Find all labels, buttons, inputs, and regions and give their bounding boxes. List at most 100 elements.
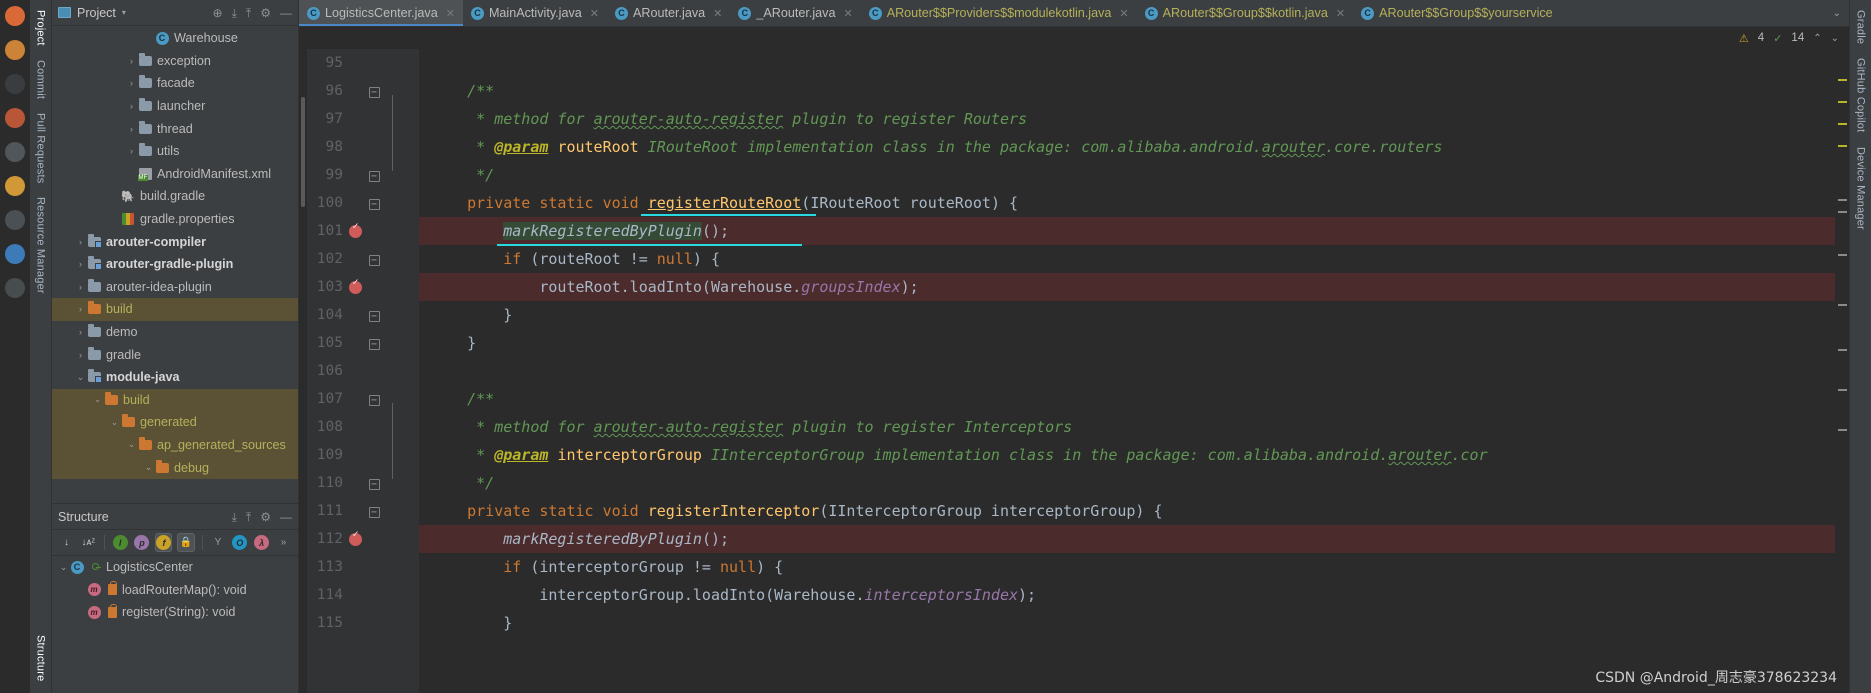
editor-gutter[interactable]: 95 96 − 97 98 99 − 100 − 101 102 − 103 104 − 105 − 106 107…: [307, 49, 419, 693]
editor-tab-arouter-group-yourservice[interactable]: C ARouter$$Group$$yourservice: [1353, 0, 1561, 26]
editor-tab-arouter-group-kotlin-java[interactable]: C ARouter$$Group$$kotlin.java ✕: [1137, 0, 1353, 26]
tree-row[interactable]: › exception: [52, 50, 298, 73]
marker-tick[interactable]: [1838, 123, 1847, 125]
tool-tab-commit[interactable]: Commit: [32, 54, 50, 105]
code-line[interactable]: }: [419, 301, 1835, 329]
settings-gear-icon[interactable]: ⚙: [260, 511, 271, 523]
expand-all-icon[interactable]: ⤓: [232, 511, 237, 523]
fold-minus-glyph[interactable]: −: [368, 86, 380, 98]
breakpoint-dot[interactable]: [348, 221, 362, 238]
close-icon[interactable]: ✕: [1119, 7, 1128, 20]
fold-minus-glyph[interactable]: −: [368, 338, 380, 350]
fold-toggle-icon[interactable]: −: [367, 477, 381, 490]
marker-tick[interactable]: [1838, 199, 1847, 201]
close-icon[interactable]: ✕: [713, 7, 722, 20]
tree-row[interactable]: › gradle: [52, 343, 298, 366]
chevron-down-icon[interactable]: ⌄: [143, 462, 154, 473]
fold-toggle-icon[interactable]: −: [367, 393, 381, 406]
chevron-right-icon[interactable]: ›: [126, 101, 137, 111]
editor-marker-strip[interactable]: [1835, 49, 1849, 693]
code-line[interactable]: interceptorGroup.loadInto(Warehouse. inte…: [419, 581, 1835, 609]
tree-row[interactable]: › thread: [52, 117, 298, 140]
fold-minus-glyph[interactable]: −: [368, 478, 380, 490]
chevron-down-icon[interactable]: ⌄: [75, 372, 86, 383]
show-lambdas-button[interactable]: λ: [253, 533, 270, 552]
code-line[interactable]: */: [419, 161, 1835, 189]
tree-row[interactable]: › build: [52, 298, 298, 321]
code-content[interactable]: /** * method for arouter-auto-register p…: [419, 49, 1835, 693]
launcher-icon-idea[interactable]: [5, 108, 25, 128]
locate-file-icon[interactable]: ⊕: [213, 7, 223, 19]
tool-tab-structure[interactable]: Structure: [32, 629, 50, 687]
breakpoint-dot[interactable]: [348, 529, 362, 546]
fold-toggle-icon[interactable]: −: [367, 309, 381, 322]
code-line[interactable]: if (interceptorGroup != null) {: [419, 553, 1835, 581]
fold-minus-glyph[interactable]: −: [368, 394, 380, 406]
chevron-right-icon[interactable]: ›: [126, 124, 137, 134]
show-inherited-button[interactable]: I: [112, 533, 129, 552]
tree-row[interactable]: › launcher: [52, 95, 298, 118]
marker-tick[interactable]: [1838, 79, 1847, 81]
code-line[interactable]: * method for arouter-auto-register plugi…: [419, 105, 1835, 133]
tree-row[interactable]: ⌄ debug: [52, 456, 298, 479]
chevron-right-icon[interactable]: ›: [75, 350, 86, 360]
launcher-icon-help[interactable]: [5, 278, 25, 298]
fold-toggle-icon[interactable]: −: [367, 253, 381, 266]
show-fields-button[interactable]: f: [155, 533, 173, 552]
code-line[interactable]: if (routeRoot != null) {: [419, 245, 1835, 273]
code-editor[interactable]: 95 96 − 97 98 99 − 100 − 101 102 − 103 104 − 105 − 106 107…: [299, 49, 1849, 693]
launcher-icon-music[interactable]: [5, 176, 25, 196]
marker-tick[interactable]: [1838, 145, 1847, 147]
tool-tab-gradle[interactable]: Gradle: [1852, 4, 1870, 50]
chevron-right-icon[interactable]: ›: [126, 78, 137, 88]
structure-item[interactable]: ⌄mloadRouterMap(): void: [52, 579, 298, 602]
chevron-down-icon[interactable]: ⌄: [58, 562, 69, 573]
code-line[interactable]: private static void registerInterceptor(…: [419, 497, 1835, 525]
close-icon[interactable]: ✕: [446, 7, 455, 20]
tree-row[interactable]: ›CWarehouse: [52, 27, 298, 50]
tree-row[interactable]: › facade: [52, 72, 298, 95]
structure-item[interactable]: ⌄mregister(String): void: [52, 601, 298, 624]
collapse-all-icon[interactable]: ⤒: [246, 7, 251, 19]
marker-tick[interactable]: [1838, 254, 1847, 256]
breakpoint-icon[interactable]: [347, 529, 363, 546]
tab-list-chevron[interactable]: ⌄: [1833, 8, 1841, 19]
chevron-down-icon[interactable]: ▾: [122, 8, 126, 17]
tree-row[interactable]: ⌄ ap_generated_sources: [52, 433, 298, 457]
tree-row[interactable]: ⌄ generated: [52, 411, 298, 434]
structure-item[interactable]: ⌄ C LogisticsCenter: [52, 556, 298, 579]
launcher-icon-store[interactable]: [5, 244, 25, 264]
tree-row[interactable]: ⌄ build: [52, 388, 298, 412]
editor-tab-logisticscenter-java[interactable]: C LogisticsCenter.java ✕: [299, 0, 463, 26]
code-line[interactable]: [419, 357, 1835, 385]
tree-row[interactable]: ›AndroidManifest.xml: [52, 163, 298, 186]
tree-row[interactable]: › arouter-gradle-plugin: [52, 253, 298, 276]
code-line[interactable]: * @param interceptorGroup IInterceptorGr…: [419, 441, 1835, 469]
show-properties-button[interactable]: p: [134, 533, 151, 552]
close-icon[interactable]: ✕: [590, 7, 599, 20]
tree-row[interactable]: › utils: [52, 140, 298, 163]
code-line[interactable]: /**: [419, 385, 1835, 413]
fold-minus-glyph[interactable]: −: [368, 310, 380, 322]
code-line[interactable]: private static void registerRouteRoot(IR…: [419, 189, 1835, 217]
editor-left-scrollbar[interactable]: [299, 49, 307, 693]
next-problem-icon[interactable]: ⌄: [1831, 33, 1839, 44]
breakpoint-dot[interactable]: [348, 277, 362, 294]
tool-tab-device-manager[interactable]: Device Manager: [1852, 141, 1870, 236]
show-interfaces-button[interactable]: O: [231, 533, 248, 552]
tool-tab-resource-manager[interactable]: Resource Manager: [32, 191, 50, 300]
launcher-icon-firefox[interactable]: [5, 6, 25, 26]
tree-row[interactable]: ⌄ module-java: [52, 366, 298, 389]
marker-tick[interactable]: [1838, 349, 1847, 351]
tree-row[interactable]: › arouter-compiler: [52, 230, 298, 253]
fold-toggle-icon[interactable]: −: [367, 197, 381, 210]
fold-toggle-icon[interactable]: −: [367, 169, 381, 182]
fold-toggle-icon[interactable]: −: [367, 85, 381, 98]
chevron-right-icon[interactable]: ›: [75, 237, 86, 247]
editor-tab--arouter-java[interactable]: C _ARouter.java ✕: [730, 0, 860, 26]
editor-tab-arouter-providers-modulekotlin-java[interactable]: C ARouter$$Providers$$modulekotlin.java ✕: [861, 0, 1137, 26]
breakpoint-icon[interactable]: [347, 277, 363, 294]
chevron-down-icon[interactable]: ⌄: [109, 417, 120, 428]
marker-tick[interactable]: [1838, 389, 1847, 391]
launcher-icon-files[interactable]: [5, 40, 25, 60]
